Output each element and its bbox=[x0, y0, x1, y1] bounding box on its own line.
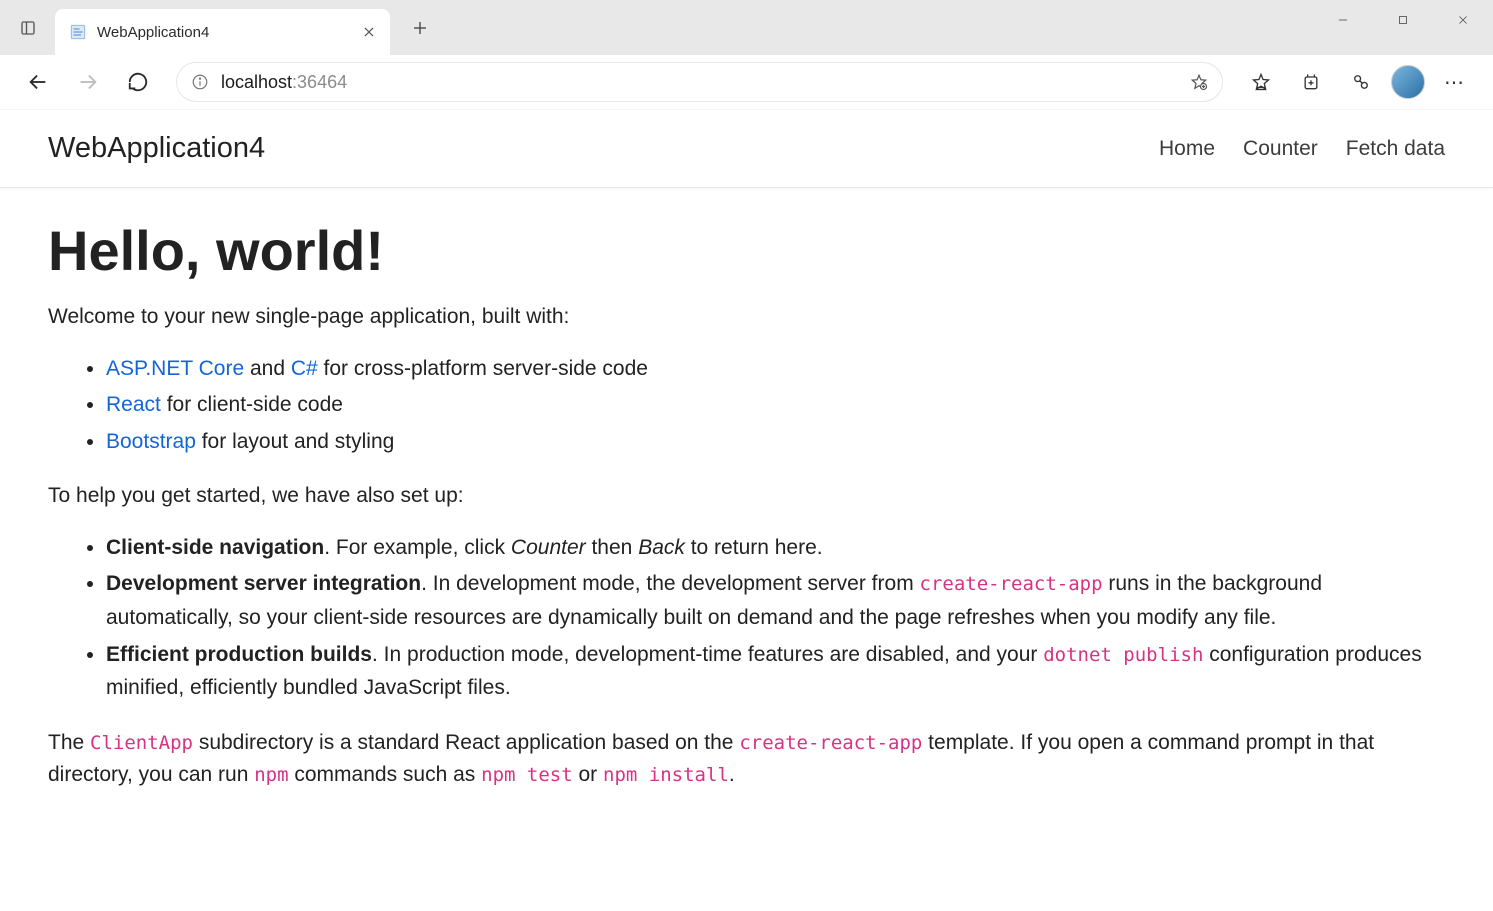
favorite-star-icon[interactable] bbox=[1190, 73, 1208, 91]
setup-item-prod: Efficient production builds. In producti… bbox=[106, 638, 1445, 705]
page-heading: Hello, world! bbox=[48, 218, 1445, 283]
nav-links: Home Counter Fetch data bbox=[1159, 137, 1445, 161]
setup-intro: To help you get started, we have also se… bbox=[48, 480, 1445, 513]
close-window-button[interactable] bbox=[1433, 0, 1493, 40]
browser-tab-strip: WebApplication4 bbox=[0, 0, 1493, 55]
link-aspnet-core[interactable]: ASP.NET Core bbox=[106, 357, 244, 380]
link-csharp[interactable]: C# bbox=[291, 357, 318, 380]
profile-avatar[interactable] bbox=[1391, 65, 1425, 99]
nav-link-fetch-data[interactable]: Fetch data bbox=[1346, 137, 1445, 161]
link-react[interactable]: React bbox=[106, 393, 161, 416]
tab-favicon bbox=[69, 23, 87, 41]
tech-item-bootstrap: Bootstrap for layout and styling bbox=[106, 425, 1445, 459]
new-tab-button[interactable] bbox=[400, 0, 440, 55]
intro-paragraph: Welcome to your new single-page applicat… bbox=[48, 301, 1445, 334]
nav-link-home[interactable]: Home bbox=[1159, 137, 1215, 161]
setup-list: Client-side navigation. For example, cli… bbox=[48, 531, 1445, 705]
app-navbar: WebApplication4 Home Counter Fetch data bbox=[0, 110, 1493, 188]
tech-item-aspnet: ASP.NET Core and C# for cross-platform s… bbox=[106, 352, 1445, 386]
browser-toolbar: localhost:36464 ⋯ bbox=[0, 55, 1493, 110]
tab-title: WebApplication4 bbox=[97, 24, 352, 41]
maximize-button[interactable] bbox=[1373, 0, 1433, 40]
collections-button[interactable] bbox=[1291, 62, 1331, 102]
address-bar[interactable]: localhost:36464 bbox=[176, 62, 1223, 102]
settings-menu-button[interactable]: ⋯ bbox=[1435, 62, 1475, 102]
favorites-button[interactable] bbox=[1241, 62, 1281, 102]
tab-actions-button[interactable] bbox=[0, 0, 55, 55]
tech-list: ASP.NET Core and C# for cross-platform s… bbox=[48, 352, 1445, 459]
page-content: Hello, world! Welcome to your new single… bbox=[0, 188, 1493, 840]
window-controls bbox=[1313, 0, 1493, 40]
minimize-button[interactable] bbox=[1313, 0, 1373, 40]
forward-button bbox=[68, 62, 108, 102]
setup-item-dev: Development server integration. In devel… bbox=[106, 567, 1445, 634]
refresh-button[interactable] bbox=[118, 62, 158, 102]
close-tab-icon[interactable] bbox=[362, 25, 376, 39]
clientapp-paragraph: The ClientApp subdirectory is a standard… bbox=[48, 727, 1445, 792]
back-button[interactable] bbox=[18, 62, 58, 102]
browser-tab[interactable]: WebApplication4 bbox=[55, 9, 390, 55]
extensions-button[interactable] bbox=[1341, 62, 1381, 102]
site-info-icon[interactable] bbox=[191, 73, 209, 91]
brand-title[interactable]: WebApplication4 bbox=[48, 132, 265, 165]
tech-item-react: React for client-side code bbox=[106, 388, 1445, 422]
nav-link-counter[interactable]: Counter bbox=[1243, 137, 1318, 161]
setup-item-nav: Client-side navigation. For example, cli… bbox=[106, 531, 1445, 565]
url-text: localhost:36464 bbox=[221, 72, 347, 93]
link-bootstrap[interactable]: Bootstrap bbox=[106, 430, 196, 453]
